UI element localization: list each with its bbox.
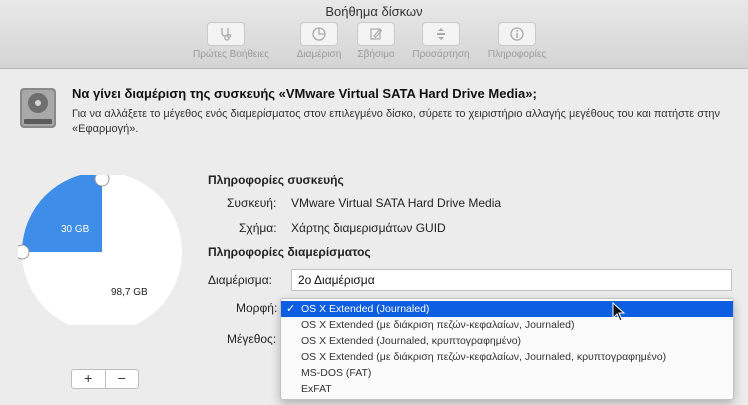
device-value: VMware Virtual SATA Hard Drive Media — [291, 196, 502, 210]
pie-slice-30-gb[interactable] — [22, 175, 102, 252]
checkmark-icon: ✓ — [286, 303, 296, 315]
add-partition-button[interactable]: + — [72, 370, 105, 388]
format-option-label: OS X Extended (Journaled, κρυπτογραφημέν… — [301, 335, 522, 347]
dialog-description: Για να αλλάξετε το μέγεθος ενός διαμερίσ… — [72, 108, 720, 135]
format-option-case-sensitive-encrypted[interactable]: OS X Extended (με διάκριση πεζών-κεφαλαί… — [281, 349, 733, 365]
mouse-cursor-icon — [612, 302, 626, 322]
format-option-ms-dos[interactable]: MS-DOS (FAT) — [281, 365, 733, 381]
window-titlebar: Βοήθημα δίσκων Πρώτες Βοήθειες Διαμέριση… — [0, 0, 748, 69]
remove-partition-button[interactable]: − — [104, 370, 139, 388]
info-label: Πληροφορίες — [487, 49, 547, 60]
info-button[interactable]: Πληροφορίες — [484, 22, 550, 60]
device-label: Συσκευή: — [227, 196, 277, 210]
partition-sheet: Να γίνει διαμέριση της συσκευής «VMware … — [0, 69, 748, 405]
format-option-label: MS-DOS (FAT) — [301, 367, 372, 379]
stethoscope-icon — [207, 22, 245, 46]
erase-label: Σβήσιμο — [357, 49, 395, 60]
dialog-heading: Να γίνει διαμέριση της συσκευής «VMware … — [72, 86, 537, 101]
format-option-exfat[interactable]: ExFAT — [281, 381, 733, 397]
mount-button[interactable]: Προσάρτηση — [408, 22, 474, 60]
mount-label: Προσάρτηση — [412, 49, 470, 60]
size-label: Μέγεθος: — [227, 332, 277, 346]
partition-name-label: Διαμέρισμα: — [208, 273, 272, 287]
hard-drive-icon — [18, 86, 58, 135]
partition-name-input[interactable]: 2ο Διαμέρισμα — [291, 269, 732, 291]
scheme-label: Σχήμα: — [239, 221, 277, 235]
format-option-os-x-journaled[interactable]: ✓ OS X Extended (Journaled) — [281, 301, 733, 317]
device-info-title: Πληροφορίες συσκευής — [208, 173, 344, 187]
info-icon — [498, 22, 536, 46]
format-option-label: OS X Extended (με διάκριση πεζών-κεφαλαί… — [301, 351, 667, 363]
format-option-case-sensitive[interactable]: OS X Extended (με διάκριση πεζών-κεφαλαί… — [281, 317, 733, 333]
partition-pie-chart[interactable] — [18, 175, 198, 325]
add-remove-partition-control: + − — [71, 369, 139, 389]
format-option-label: OS X Extended (με διάκριση πεζών-κεφαλαί… — [301, 319, 575, 331]
erase-button[interactable]: Σβήσιμο — [343, 22, 409, 60]
scheme-value: Χάρτης διαμερισμάτων GUID — [291, 221, 446, 235]
format-label: Μορφή: — [236, 301, 278, 315]
format-dropdown-menu[interactable]: ✓ OS X Extended (Journaled) OS X Extended… — [280, 298, 734, 400]
slice-label-98-gb: 98,7 GB — [111, 287, 148, 298]
pie-resize-handle-top[interactable] — [94, 175, 110, 187]
slice-label-30-gb: 30 GB — [61, 224, 90, 235]
pie-resize-handle-left[interactable] — [18, 244, 30, 260]
pie-chart-icon — [300, 22, 338, 46]
mount-icon — [422, 22, 460, 46]
partition-info-title: Πληροφορίες διαμερίσματος — [208, 245, 371, 259]
first-aid-label: Πρώτες Βοήθειες — [193, 49, 269, 60]
format-option-encrypted[interactable]: OS X Extended (Journaled, κρυπτογραφημέν… — [281, 333, 733, 349]
format-option-label: OS X Extended (Journaled) — [301, 303, 430, 315]
first-aid-button[interactable]: Πρώτες Βοήθειες — [193, 22, 269, 60]
format-option-label: ExFAT — [301, 383, 332, 395]
erase-icon — [357, 22, 395, 46]
window-title: Βοήθημα δίσκων — [325, 4, 423, 19]
